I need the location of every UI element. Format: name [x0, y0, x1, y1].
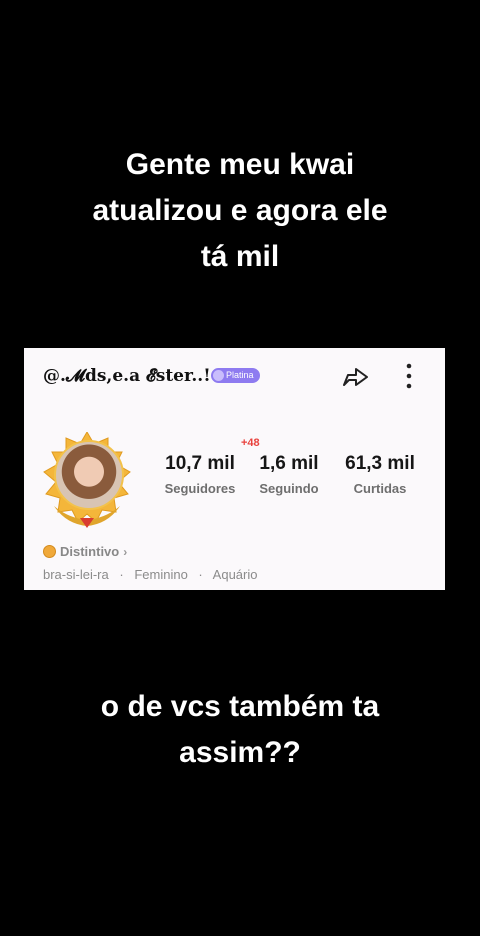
likes-label: Curtidas [353, 481, 407, 496]
avatar[interactable] [36, 432, 136, 532]
following-delta: +48 [241, 437, 260, 449]
caption-top-line-2: atualizou e agora ele [92, 194, 388, 227]
caption-bottom-line-1: o de vcs também ta [100, 690, 380, 723]
nationality-text: bra-si-lei-ra [43, 567, 109, 582]
following-count: 1,6 mil [259, 453, 319, 474]
badge-gem-icon [213, 370, 224, 381]
profile-card: @.𝓜ds,e.a 𝓔ster..! Platina +48 10,7 mil … [24, 348, 445, 590]
caption-top-line-1: Gente meu kwai [125, 148, 355, 181]
share-arrow-icon[interactable] [340, 361, 370, 391]
likes-count: 61,3 mil [345, 453, 415, 474]
following-stat[interactable]: 1,6 mil Seguindo [251, 453, 327, 496]
badge-label: Platina [226, 370, 254, 380]
separator-dot: · [198, 567, 203, 582]
more-vertical-icon[interactable] [402, 362, 416, 390]
following-label: Seguindo [259, 481, 319, 496]
distintivo-label: Distintivo [60, 544, 120, 559]
caption-top: Gente meu kwai atualizou e agora ele tá … [0, 142, 480, 280]
caption-top-line-3: tá mil [200, 240, 280, 273]
profile-username: @.𝓜ds,e.a 𝓔ster..! [43, 366, 211, 386]
chevron-right-icon: › [123, 544, 128, 559]
caption-bottom: o de vcs também ta assim?? [0, 684, 480, 776]
caption-bottom-line-2: assim?? [179, 736, 301, 769]
followers-stat[interactable]: 10,7 mil Seguidores [159, 453, 241, 496]
sign-text: Aquário [212, 567, 258, 582]
platina-badge[interactable]: Platina [211, 368, 260, 383]
medal-icon [43, 545, 56, 558]
likes-stat[interactable]: 61,3 mil Curtidas [337, 453, 423, 496]
followers-count: 10,7 mil [165, 453, 235, 474]
followers-label: Seguidores [164, 481, 236, 496]
gender-text: Feminino [134, 567, 188, 582]
distintivo-link[interactable]: Distintivo › [43, 544, 127, 559]
profile-info: bra-si-lei-ra · Feminino · Aquário [43, 567, 257, 582]
separator-dot: · [119, 567, 124, 582]
avatar-photo [54, 440, 124, 510]
